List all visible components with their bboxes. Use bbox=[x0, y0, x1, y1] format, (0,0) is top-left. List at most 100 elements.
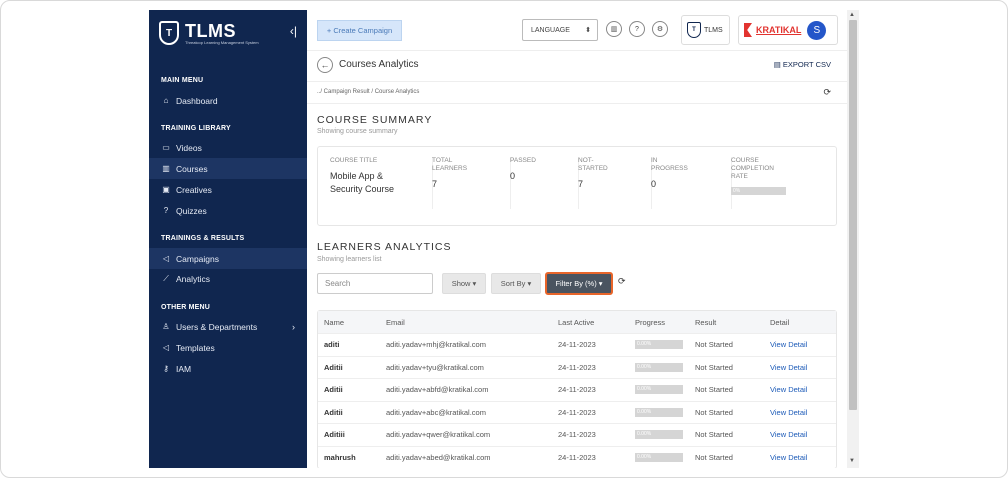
cell-last-active: 24-11-2023 bbox=[558, 430, 596, 440]
chevron-right-icon: › bbox=[292, 321, 295, 332]
refresh-icon[interactable]: ⟳ bbox=[823, 87, 831, 98]
summary-in-progress: IN PROGRESS 0 bbox=[651, 157, 701, 191]
sidebar-item-label: Quizzes bbox=[176, 205, 207, 216]
video-icon: ▭ bbox=[162, 143, 170, 152]
sidebar-item-creatives[interactable]: ▣ Creatives bbox=[149, 179, 307, 200]
cell-last-active: 24-11-2023 bbox=[558, 362, 596, 372]
show-label: Show bbox=[451, 279, 471, 288]
cell-name: Aditii bbox=[324, 362, 343, 372]
cell-email: aditi.yadav+abc@kratikal.com bbox=[386, 407, 486, 417]
brand[interactable]: T TLMS Threatcop Learning Management Sys… bbox=[159, 16, 259, 50]
breadcrumb[interactable]: ../ Campaign Result / Course Analytics bbox=[317, 89, 419, 95]
cell-name: Aditii bbox=[324, 407, 343, 417]
view-detail-link[interactable]: View Detail bbox=[770, 430, 807, 439]
scroll-down-icon[interactable]: ▼ bbox=[849, 458, 855, 464]
sidebar-item-videos[interactable]: ▭ Videos bbox=[149, 137, 307, 158]
section-main-menu: MAIN MENU bbox=[161, 77, 204, 84]
view-detail-link[interactable]: View Detail bbox=[770, 408, 807, 417]
cell-progress-bar: 0.00% bbox=[635, 362, 683, 372]
sidebar-item-templates[interactable]: ◁ Templates bbox=[149, 337, 307, 358]
tlms-shield-icon: T bbox=[159, 21, 179, 45]
cell-name: Aditiii bbox=[324, 430, 345, 440]
reset-filter-icon[interactable]: ⟳ bbox=[618, 276, 626, 287]
col-result: Result bbox=[695, 317, 717, 327]
course-summary-heading: COURSE SUMMARY bbox=[317, 114, 433, 126]
topbar: + Create Campaign LANGUAGE ⬍ ▥ ? ⚙ T TLM… bbox=[307, 10, 847, 51]
sidebar-item-quizzes[interactable]: ? Quizzes bbox=[149, 200, 307, 221]
sidebar-item-analytics[interactable]: ⟋ Analytics bbox=[149, 268, 307, 289]
sidebar-item-label: Campaigns bbox=[176, 253, 219, 264]
export-csv-button[interactable]: ▤ EXPORT CSV bbox=[774, 60, 831, 69]
avatar[interactable]: S bbox=[807, 20, 827, 40]
create-campaign-button[interactable]: + Create Campaign bbox=[317, 20, 402, 41]
summary-not-started: NOT-STARTED 7 bbox=[578, 157, 628, 191]
view-detail-link[interactable]: View Detail bbox=[770, 340, 807, 349]
sidebar-item-courses[interactable]: ▥ Courses bbox=[149, 158, 307, 179]
sidebar-item-users[interactable]: ♙ Users & Departments › bbox=[149, 316, 307, 337]
sidebar-item-label: IAM bbox=[176, 363, 192, 374]
sidebar-item-label: Templates bbox=[176, 342, 215, 353]
cell-progress-bar: 0.00% bbox=[635, 385, 683, 395]
tlms-label: TLMS bbox=[704, 26, 723, 34]
cell-result: Not Started bbox=[695, 452, 733, 462]
view-detail-link[interactable]: View Detail bbox=[770, 363, 807, 372]
table-header: Name Email Last Active Progress Result D… bbox=[318, 311, 836, 333]
language-select[interactable]: LANGUAGE ⬍ bbox=[522, 19, 598, 41]
table-row: aditi aditi.yadav+mhj@kratikal.com 24-11-2… bbox=[318, 333, 836, 356]
settings-icon[interactable]: ⚙ bbox=[652, 21, 668, 37]
section-trainings-results: TRAININGS & RESULTS bbox=[161, 235, 245, 242]
scroll-up-icon[interactable]: ▲ bbox=[849, 12, 855, 18]
col-email: Email bbox=[386, 317, 405, 327]
col-last-active: Last Active bbox=[558, 317, 595, 327]
section-other-menu: OTHER MENU bbox=[161, 304, 211, 311]
col-name: Name bbox=[324, 317, 345, 327]
cell-email: aditi.yadav+qwer@kratikal.com bbox=[386, 430, 491, 440]
caret-down-icon: ▾ bbox=[598, 279, 603, 288]
sort-by-dropdown[interactable]: Sort By ▾ bbox=[491, 273, 541, 294]
calendar-icon: ▤ bbox=[773, 60, 781, 69]
learners-table: Name Email Last Active Progress Result D… bbox=[317, 310, 837, 468]
passed-label: PASSED bbox=[510, 157, 536, 164]
view-detail-link[interactable]: View Detail bbox=[770, 453, 807, 462]
help-icon[interactable]: ? bbox=[629, 21, 645, 37]
sidebar-item-label: Dashboard bbox=[176, 95, 218, 106]
cell-progress-bar: 0.00% bbox=[635, 340, 683, 350]
sidebar-item-label: Creatives bbox=[176, 184, 212, 195]
sidebar-item-label: Courses bbox=[176, 163, 208, 174]
show-dropdown[interactable]: Show ▾ bbox=[442, 273, 486, 294]
summary-passed: PASSED 0 bbox=[510, 157, 560, 183]
page-header: ← Courses Analytics ▤ EXPORT CSV bbox=[307, 51, 847, 82]
course-title-label: COURSE TITLE bbox=[330, 157, 378, 164]
view-detail-link[interactable]: View Detail bbox=[770, 385, 807, 394]
back-arrow-icon[interactable]: ← bbox=[317, 57, 333, 73]
table-row: mahrush aditi.yadav+abed@kratikal.com 24-1… bbox=[318, 445, 836, 469]
home-icon: ⌂ bbox=[163, 96, 169, 105]
search-input[interactable]: Search bbox=[317, 273, 433, 294]
book-icon[interactable]: ▥ bbox=[606, 21, 622, 37]
page-scrollbar[interactable]: ▲ ▼ bbox=[847, 10, 859, 468]
learners-analytics-heading: LEARNERS ANALYTICS bbox=[317, 241, 452, 253]
sidebar-item-campaigns[interactable]: ◁ Campaigns bbox=[149, 248, 307, 269]
scrollbar-thumb[interactable] bbox=[849, 20, 857, 410]
col-detail: Detail bbox=[770, 317, 790, 327]
in-progress-value: 0 bbox=[651, 179, 657, 189]
filter-by-dropdown[interactable]: Filter By (%) ▾ bbox=[545, 272, 613, 295]
org-switcher[interactable]: KRATIKAL S bbox=[738, 15, 838, 45]
sidebar: T TLMS Threatcop Learning Management Sys… bbox=[149, 10, 307, 468]
megaphone-icon: ◁ bbox=[162, 254, 170, 263]
sidebar-item-iam[interactable]: ⚷ IAM bbox=[149, 358, 307, 379]
megaphone-icon: ◁ bbox=[162, 343, 170, 352]
image-icon: ▣ bbox=[162, 185, 170, 194]
chart-icon: ⟋ bbox=[163, 273, 169, 283]
total-learners-value: 7 bbox=[432, 179, 438, 189]
cell-result: Not Started bbox=[695, 340, 733, 350]
table-row: Aditiii aditi.yadav+qwer@kratikal.com 24-1… bbox=[318, 423, 836, 446]
table-row: Aditii aditi.yadav+abfd@kratikal.com 24-11… bbox=[318, 378, 836, 401]
sidebar-item-dashboard[interactable]: ⌂ Dashboard bbox=[149, 90, 307, 111]
cell-progress-bar: 0.00% bbox=[635, 452, 683, 462]
collapse-sidebar-icon[interactable]: ‹| bbox=[290, 24, 297, 38]
course-summary-subheading: Showing course summary bbox=[317, 128, 398, 135]
select-caret-icon: ⬍ bbox=[585, 27, 591, 34]
brand-subtitle: Threatcop Learning Management System bbox=[185, 39, 259, 45]
breadcrumb-row: ../ Campaign Result / Course Analytics ⟳ bbox=[307, 82, 847, 104]
